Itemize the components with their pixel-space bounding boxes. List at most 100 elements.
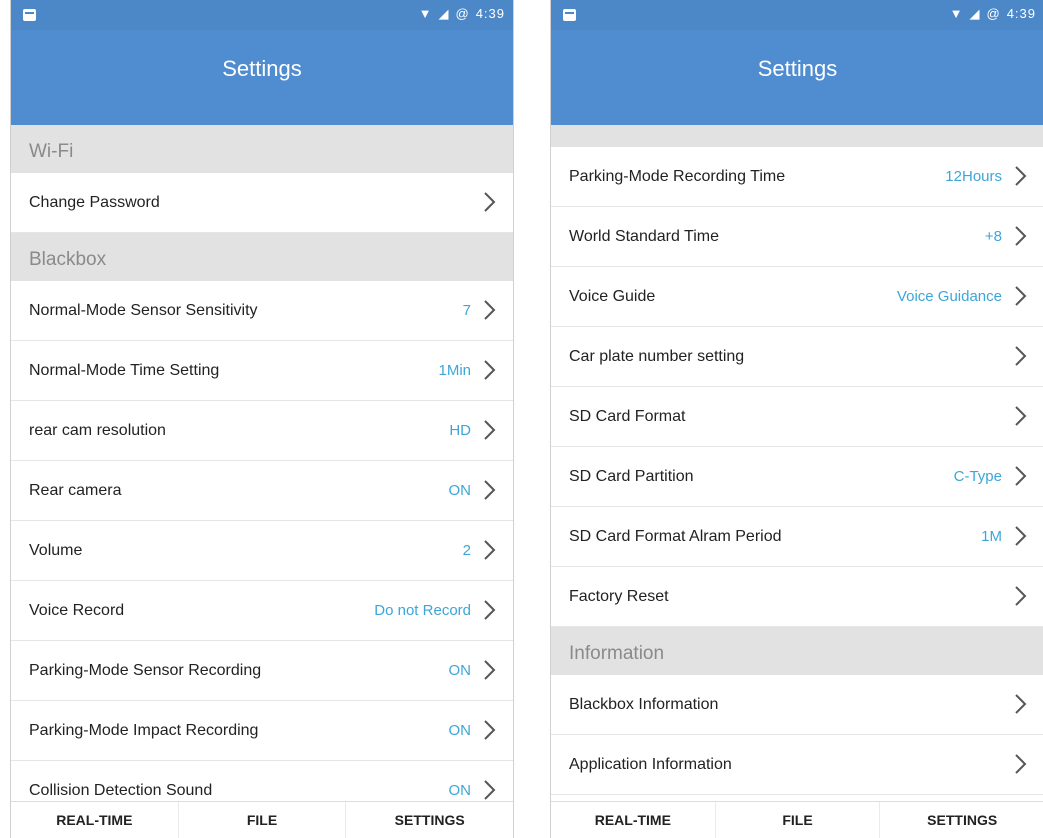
app-bar: Settings [11,30,513,125]
setting-value: Do not Record [374,602,471,619]
status-bar: ▼ ◢ @4:39 [11,0,513,30]
setting-label: Change Password [29,194,160,211]
clock: 4:39 [1006,6,1036,21]
setting-label: Volume [29,542,83,559]
setting-row-rear-cam-resolution[interactable]: rear cam resolution HD [11,401,513,461]
tab-file[interactable]: FILE [716,802,881,838]
tab-real-time[interactable]: REAL-TIME [551,802,716,838]
setting-row-world-standard-time[interactable]: World Standard Time +8 [551,207,1043,267]
chevron-right-icon [484,540,496,560]
setting-value: 2 [462,542,471,559]
setting-label: Blackbox Information [569,696,719,713]
chevron-right-icon [484,360,496,380]
setting-value: Voice Guidance [896,288,1002,305]
chevron-right-icon [1015,754,1027,774]
notification-icon [563,9,576,21]
signal-icon: ◢ [969,6,981,21]
setting-row-car-plate-number-setting[interactable]: Car plate number setting [551,327,1043,387]
status-bar: ▼ ◢ @4:39 [551,0,1043,30]
chevron-right-icon [484,300,496,320]
setting-label: Voice Guide [569,288,656,305]
settings-list[interactable]: Parking-Mode Recording Time 12Hours World … [551,125,1043,802]
signal-icon: ◢ [438,6,450,21]
chevron-right-icon [484,720,496,740]
chevron-right-icon [1015,526,1027,546]
page-title: Settings [757,56,838,81]
battery-icon: @ [455,6,470,21]
phone-screen-left: ▼ ◢ @4:39 Settings Wi-Fi Change Password Bla… [10,0,514,838]
battery-icon: @ [986,6,1001,21]
tab-real-time[interactable]: REAL-TIME [11,802,179,838]
setting-value: 12Hours [945,168,1002,185]
bottom-nav: REAL-TIME FILE SETTINGS [551,801,1043,838]
tab-settings[interactable]: SETTINGS [880,802,1043,838]
setting-value: ON [448,782,472,799]
tab-file[interactable]: FILE [179,802,347,838]
bottom-nav: REAL-TIME FILE SETTINGS [11,801,513,838]
page-title: Settings [222,56,302,81]
chevron-right-icon [484,780,496,800]
setting-row-volume[interactable]: Volume 2 [11,521,513,581]
section-header-information: Information [551,627,1043,675]
setting-value: 1M [981,528,1002,545]
settings-list[interactable]: Wi-Fi Change Password Blackbox Normal-Mode … [11,125,513,802]
setting-value: ON [448,722,472,739]
setting-value: 1Min [438,362,471,379]
setting-row-sd-card-format[interactable]: SD Card Format [551,387,1043,447]
chevron-right-icon [1015,286,1027,306]
setting-label: SD Card Format Alram Period [569,528,782,545]
setting-row-collision-detection-sound[interactable]: Collision Detection Sound ON [11,761,513,802]
wifi-icon: ▼ [418,6,433,21]
setting-label: Parking-Mode Recording Time [569,168,786,185]
setting-value: 7 [462,302,471,319]
setting-row-parking-mode-impact-recording[interactable]: Parking-Mode Impact Recording ON [11,701,513,761]
setting-value: C-Type [953,468,1002,485]
setting-label: Rear camera [29,482,122,499]
setting-label: Normal-Mode Sensor Sensitivity [29,302,258,319]
setting-label: Application Information [569,756,732,773]
wifi-icon: ▼ [949,6,964,21]
setting-label: SD Card Partition [569,468,694,485]
setting-row-voice-record[interactable]: Voice Record Do not Record [11,581,513,641]
tab-settings[interactable]: SETTINGS [346,802,513,838]
setting-label: rear cam resolution [29,422,166,439]
chevron-right-icon [1015,346,1027,366]
setting-value: ON [448,482,472,499]
chevron-right-icon [1015,586,1027,606]
setting-label: Factory Reset [569,588,669,605]
setting-row-change-password[interactable]: Change Password [11,173,513,233]
phone-screen-right: ▼ ◢ @4:39 Settings Parking-Mode Recording … [550,0,1043,838]
setting-row-sd-card-format-alram-period[interactable]: SD Card Format Alram Period 1M [551,507,1043,567]
chevron-right-icon [484,660,496,680]
section-header-wi-fi: Wi-Fi [11,125,513,173]
setting-label: SD Card Format [569,408,686,425]
setting-row-parking-mode-recording-time[interactable]: Parking-Mode Recording Time 12Hours [551,147,1043,207]
chevron-right-icon [484,600,496,620]
chevron-right-icon [1015,466,1027,486]
chevron-right-icon [1015,166,1027,186]
status-icons: ▼ ◢ @4:39 [944,6,1036,22]
setting-value: +8 [984,228,1002,245]
setting-row-voice-guide[interactable]: Voice Guide Voice Guidance [551,267,1043,327]
setting-row-parking-mode-sensor-recording[interactable]: Parking-Mode Sensor Recording ON [11,641,513,701]
setting-row-normal-mode-sensor-sensitivity[interactable]: Normal-Mode Sensor Sensitivity 7 [11,281,513,341]
setting-row-blackbox-information[interactable]: Blackbox Information [551,675,1043,735]
setting-value: HD [449,422,471,439]
app-bar: Settings [551,30,1043,125]
chevron-right-icon [1015,694,1027,714]
setting-label: Collision Detection Sound [29,782,213,799]
notification-icon [23,9,36,21]
section-spacer [551,125,1043,147]
chevron-right-icon [484,480,496,500]
setting-row-application-information[interactable]: Application Information [551,735,1043,795]
setting-label: Voice Record [29,602,125,619]
clock: 4:39 [475,6,505,21]
section-header-blackbox: Blackbox [11,233,513,281]
setting-row-sd-card-partition[interactable]: SD Card Partition C-Type [551,447,1043,507]
setting-label: Car plate number setting [569,348,745,365]
setting-row-normal-mode-time-setting[interactable]: Normal-Mode Time Setting 1Min [11,341,513,401]
setting-row-factory-reset[interactable]: Factory Reset [551,567,1043,627]
setting-label: Parking-Mode Impact Recording [29,722,259,739]
setting-row-rear-camera[interactable]: Rear camera ON [11,461,513,521]
chevron-right-icon [484,192,496,212]
